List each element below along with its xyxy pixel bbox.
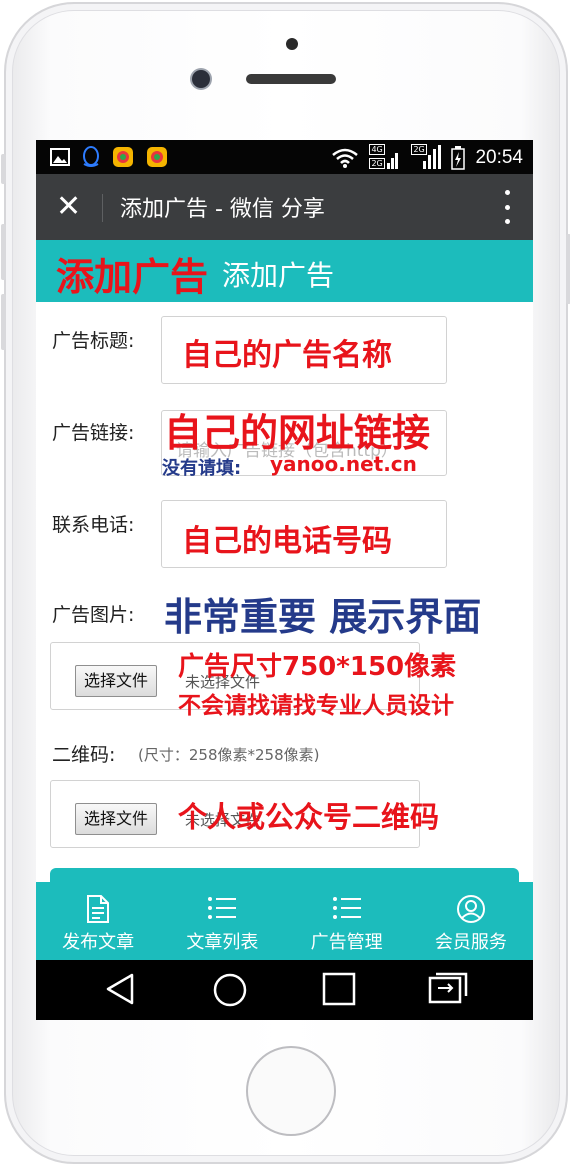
banner-red-stamp: 添加广告 bbox=[56, 255, 209, 299]
user-icon bbox=[456, 895, 485, 923]
qrcode-label: 二维码: bbox=[52, 744, 116, 766]
ad-link-label: 广告链接: bbox=[52, 422, 135, 444]
list-icon bbox=[332, 897, 361, 919]
status-time: 20:54 bbox=[475, 147, 523, 168]
ad-image-annotation-hint: 不会请找请找专业人员设计 bbox=[178, 693, 454, 719]
image-icon bbox=[50, 148, 70, 166]
home-button[interactable] bbox=[246, 1046, 336, 1136]
earpiece-speaker bbox=[246, 74, 336, 84]
power-button bbox=[566, 234, 570, 304]
android-nav-bar bbox=[36, 960, 533, 1020]
ad-image-choose-file-button[interactable]: 选择文件 bbox=[75, 665, 158, 697]
ad-image-label: 广告图片: bbox=[52, 604, 135, 626]
ad-image-annotation-title: 非常重要 展示界面 bbox=[164, 595, 482, 639]
banner-title: 添加广告 bbox=[222, 259, 335, 292]
back-icon[interactable] bbox=[104, 972, 136, 1006]
wifi-icon bbox=[332, 148, 359, 168]
nav-label: 发布文章 bbox=[62, 932, 135, 953]
phone-label: 联系电话: bbox=[52, 514, 135, 536]
battery-icon bbox=[451, 146, 466, 170]
ad-title-label: 广告标题: bbox=[52, 330, 135, 352]
title-divider bbox=[102, 194, 103, 222]
page-header-banner: 添加广告 添加广告 bbox=[36, 240, 533, 302]
qrcode-size-note: (尺寸：258像素*258像素) bbox=[138, 746, 320, 764]
phone-screen: 4G 2G 2G 20:54 ✕ 添加广告 - 微信 分享 添加广告 添加广告 … bbox=[36, 140, 533, 1020]
signal-2g-badge: 2G bbox=[411, 144, 442, 172]
qrcode-choose-file-button[interactable]: 选择文件 bbox=[75, 803, 158, 835]
nav-item-article-list[interactable]: 文章列表 bbox=[160, 882, 284, 960]
nav-item-ad-management[interactable]: 广告管理 bbox=[285, 882, 409, 960]
mute-switch bbox=[1, 154, 6, 184]
qq-icon bbox=[83, 146, 99, 167]
network-badge-2g: 2G bbox=[369, 158, 385, 169]
browser-titlebar: ✕ 添加广告 - 微信 分享 bbox=[36, 174, 533, 240]
signal-4g-badge: 4G 2G bbox=[369, 144, 401, 172]
phone-annotation: 自己的电话号码 bbox=[182, 524, 392, 559]
ad-image-annotation-size: 广告尺寸750*150像素 bbox=[178, 652, 457, 682]
home-circle-icon[interactable] bbox=[212, 972, 248, 1008]
page-title: 添加广告 - 微信 分享 bbox=[120, 197, 325, 222]
volume-down-button bbox=[1, 294, 6, 350]
signal-bars-icon bbox=[423, 145, 442, 169]
signal-bars-icon bbox=[387, 153, 399, 169]
network-badge-4g: 4G bbox=[369, 144, 385, 155]
ad-link-note-value: yanoo.net.cn bbox=[270, 452, 417, 476]
ad-title-annotation: 自己的广告名称 bbox=[182, 338, 392, 373]
qrcode-annotation: 个人或公众号二维码 bbox=[178, 800, 440, 834]
switch-window-icon[interactable] bbox=[428, 972, 468, 1006]
nav-label: 文章列表 bbox=[186, 932, 259, 953]
nav-item-publish-article[interactable]: 发布文章 bbox=[36, 882, 160, 960]
close-icon[interactable]: ✕ bbox=[56, 188, 81, 226]
app-store-icon bbox=[147, 147, 167, 167]
front-camera bbox=[192, 70, 210, 88]
nav-item-member-service[interactable]: 会员服务 bbox=[409, 882, 533, 960]
ad-link-note-prefix: 没有请填: bbox=[162, 458, 242, 479]
status-bar: 4G 2G 2G 20:54 bbox=[36, 140, 533, 174]
document-icon bbox=[87, 895, 110, 923]
bottom-nav: 发布文章 文章列表 广告管理 会员服务 bbox=[36, 882, 533, 960]
more-menu-icon[interactable] bbox=[505, 190, 511, 224]
app-store-icon bbox=[113, 147, 133, 167]
nav-label: 会员服务 bbox=[434, 932, 507, 953]
ad-link-annotation: 自己的网址链接 bbox=[164, 411, 431, 455]
recent-apps-icon[interactable] bbox=[322, 972, 356, 1006]
nav-label: 广告管理 bbox=[310, 932, 383, 953]
sensor-dot bbox=[286, 38, 298, 50]
list-icon bbox=[208, 897, 237, 919]
volume-up-button bbox=[1, 224, 6, 280]
